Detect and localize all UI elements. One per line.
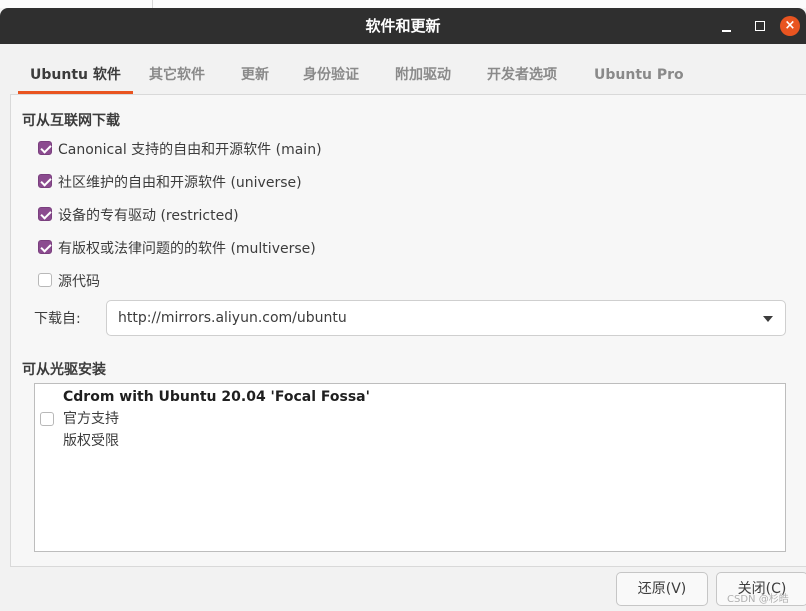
close-icon: ×: [780, 16, 800, 36]
window-title: 软件和更新: [365, 17, 441, 35]
title-bar[interactable]: 软件和更新 ×: [0, 8, 806, 44]
tab-other-software[interactable]: 其它软件: [149, 58, 205, 92]
watermark: CSDN @杉皓: [727, 594, 789, 605]
tab-ubuntu-pro[interactable]: Ubuntu Pro: [594, 58, 684, 92]
cdrom-section-heading: 可从光驱安装: [22, 362, 106, 378]
maximize-button[interactable]: [746, 8, 774, 44]
cdrom-support: 官方支持: [63, 411, 119, 427]
background-window-strip: [0, 0, 806, 8]
tab-additional-drivers[interactable]: 附加驱动: [395, 58, 451, 92]
option-source-code[interactable]: 源代码: [38, 271, 100, 293]
tab-ubuntu-software[interactable]: Ubuntu 软件: [18, 58, 133, 94]
option-multiverse-label: 有版权或法律问题的的软件 (multiverse): [58, 241, 316, 257]
option-restricted-label: 设备的专有驱动 (restricted): [58, 208, 239, 224]
universe-checkbox[interactable]: [38, 174, 52, 188]
minimize-icon: [721, 30, 731, 32]
option-multiverse[interactable]: 有版权或法律问题的的软件 (multiverse): [38, 238, 316, 260]
minimize-button[interactable]: [712, 8, 740, 44]
option-restricted[interactable]: 设备的专有驱动 (restricted): [38, 205, 239, 227]
option-main[interactable]: Canonical 支持的自由和开源软件 (main): [38, 139, 322, 161]
source-code-checkbox[interactable]: [38, 273, 52, 287]
cdrom-list: Cdrom with Ubuntu 20.04 'Focal Fossa' 官方…: [34, 383, 786, 552]
cdrom-copyright: 版权受限: [63, 433, 119, 449]
internet-section-heading: 可从互联网下载: [22, 113, 120, 129]
dropdown-arrow-icon: [763, 316, 773, 322]
cdrom-entry[interactable]: Cdrom with Ubuntu 20.04 'Focal Fossa' 官方…: [63, 386, 370, 452]
restricted-checkbox[interactable]: [38, 207, 52, 221]
option-universe[interactable]: 社区维护的自由和开源软件 (universe): [38, 172, 302, 194]
tab-bar: Ubuntu 软件 其它软件 更新 身份验证 附加驱动 开发者选项 Ubuntu…: [10, 58, 806, 95]
background-divider: [152, 0, 153, 8]
tab-authentication[interactable]: 身份验证: [303, 58, 359, 92]
maximize-icon: [755, 21, 765, 31]
download-server-select[interactable]: http://mirrors.aliyun.com/ubuntu: [106, 300, 786, 336]
tab-developer-options[interactable]: 开发者选项: [487, 58, 557, 92]
tab-updates[interactable]: 更新: [241, 58, 269, 92]
option-main-label: Canonical 支持的自由和开源软件 (main): [58, 142, 322, 158]
close-window-button[interactable]: ×: [777, 8, 803, 44]
multiverse-checkbox[interactable]: [38, 240, 52, 254]
main-checkbox[interactable]: [38, 141, 52, 155]
download-from-label: 下载自:: [34, 311, 81, 327]
option-universe-label: 社区维护的自由和开源软件 (universe): [58, 175, 302, 191]
option-source-code-label: 源代码: [58, 274, 100, 290]
download-server-value: http://mirrors.aliyun.com/ubuntu: [118, 310, 347, 326]
cdrom-checkbox[interactable]: [40, 412, 54, 426]
cdrom-name: Cdrom with Ubuntu 20.04 'Focal Fossa': [63, 389, 370, 405]
revert-button[interactable]: 还原(V): [616, 572, 708, 606]
